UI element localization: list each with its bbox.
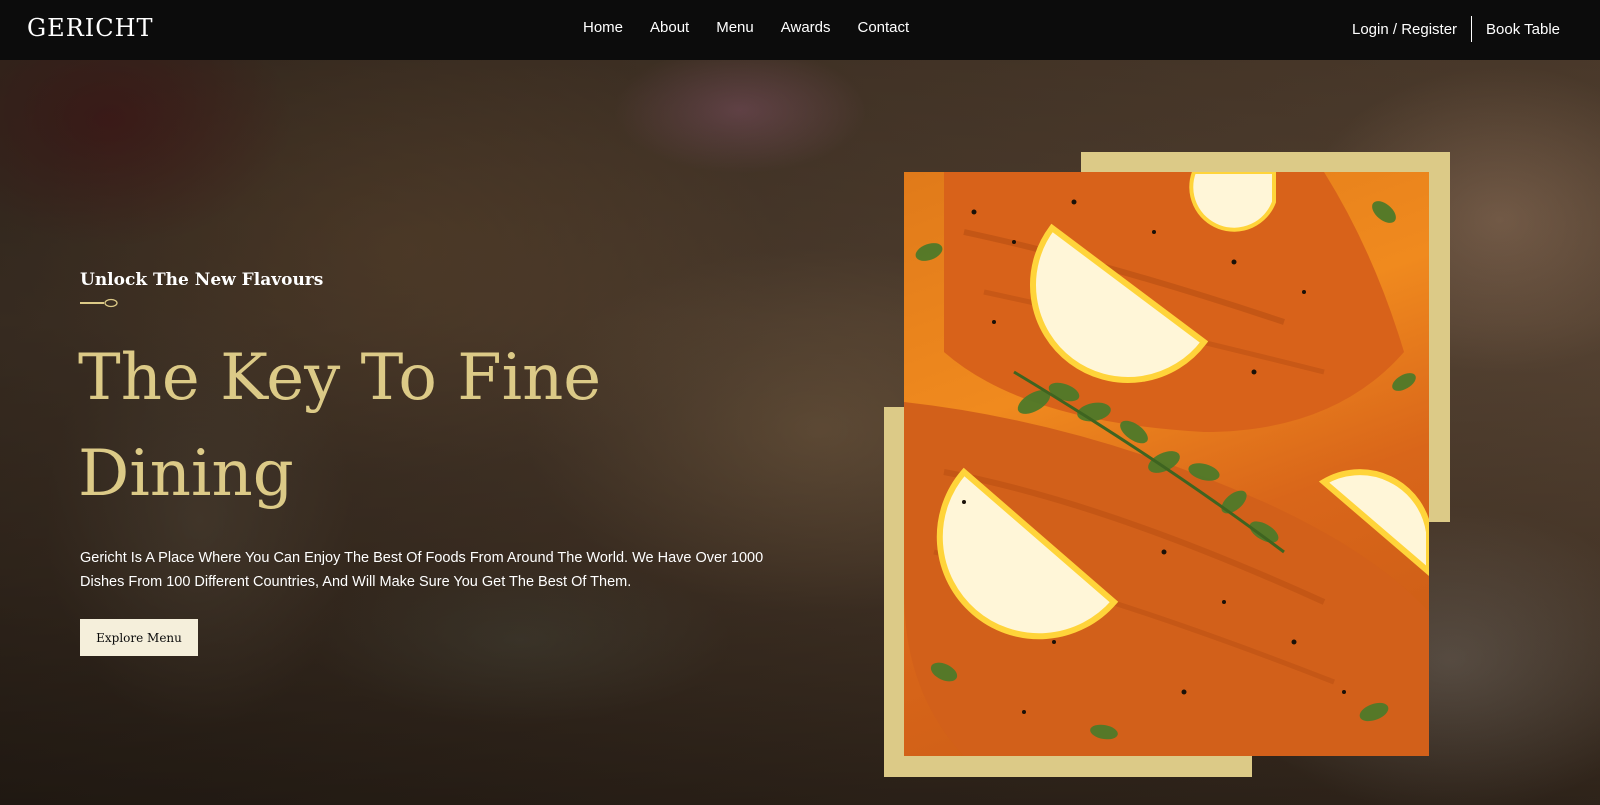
explore-menu-button[interactable]: Explore Menu (80, 619, 198, 656)
nav-link-contact[interactable]: Contact (858, 19, 910, 36)
login-register-link[interactable]: Login / Register (1352, 21, 1457, 38)
nav-link-awards[interactable]: Awards (781, 19, 831, 36)
salmon-dish-image (904, 172, 1429, 756)
nav-divider (1471, 16, 1473, 42)
nav-link-menu[interactable]: Menu (716, 19, 754, 36)
salmon-illustration (904, 172, 1429, 756)
hero-headline-line2: Dining (78, 437, 294, 511)
hero-subtitle: Unlock The New Flavours (80, 270, 324, 290)
nav-actions: Login / Register Book Table (1352, 16, 1560, 42)
nav-link-home[interactable]: Home (583, 19, 623, 36)
navbar: GERICHT Home About Menu Awards Contact L… (0, 0, 1600, 60)
brand-logo[interactable]: GERICHT (27, 14, 154, 42)
hero-headline: The Key To Fine Dining (78, 330, 718, 522)
spoon-icon (80, 298, 118, 308)
hero-headline-line1: The Key To Fine (78, 341, 602, 415)
nav-links: Home About Menu Awards Contact (583, 19, 936, 36)
nav-link-about[interactable]: About (650, 19, 689, 36)
hero-description: Gericht Is A Place Where You Can Enjoy T… (80, 550, 764, 590)
book-table-link[interactable]: Book Table (1486, 21, 1560, 38)
